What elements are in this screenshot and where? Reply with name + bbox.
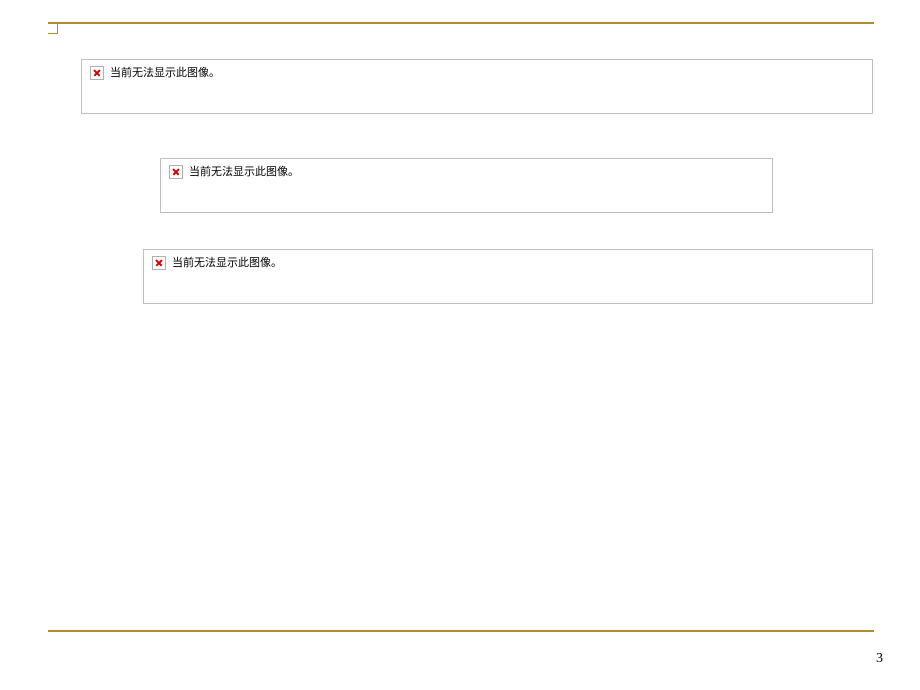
page-number: 3 xyxy=(876,651,883,667)
broken-image-icon xyxy=(152,256,166,270)
image-placeholder-1: 当前无法显示此图像。 xyxy=(81,59,873,114)
broken-image-icon xyxy=(90,66,104,80)
placeholder-text: 当前无法显示此图像。 xyxy=(172,256,282,270)
image-placeholder-2: 当前无法显示此图像。 xyxy=(160,158,773,213)
image-placeholder-3: 当前无法显示此图像。 xyxy=(143,249,873,304)
placeholder-content: 当前无法显示此图像。 xyxy=(161,159,772,185)
broken-image-icon xyxy=(169,165,183,179)
placeholder-content: 当前无法显示此图像。 xyxy=(82,60,872,86)
placeholder-text: 当前无法显示此图像。 xyxy=(110,66,220,80)
placeholder-text: 当前无法显示此图像。 xyxy=(189,165,299,179)
placeholder-content: 当前无法显示此图像。 xyxy=(144,250,872,276)
corner-decoration xyxy=(48,24,58,34)
